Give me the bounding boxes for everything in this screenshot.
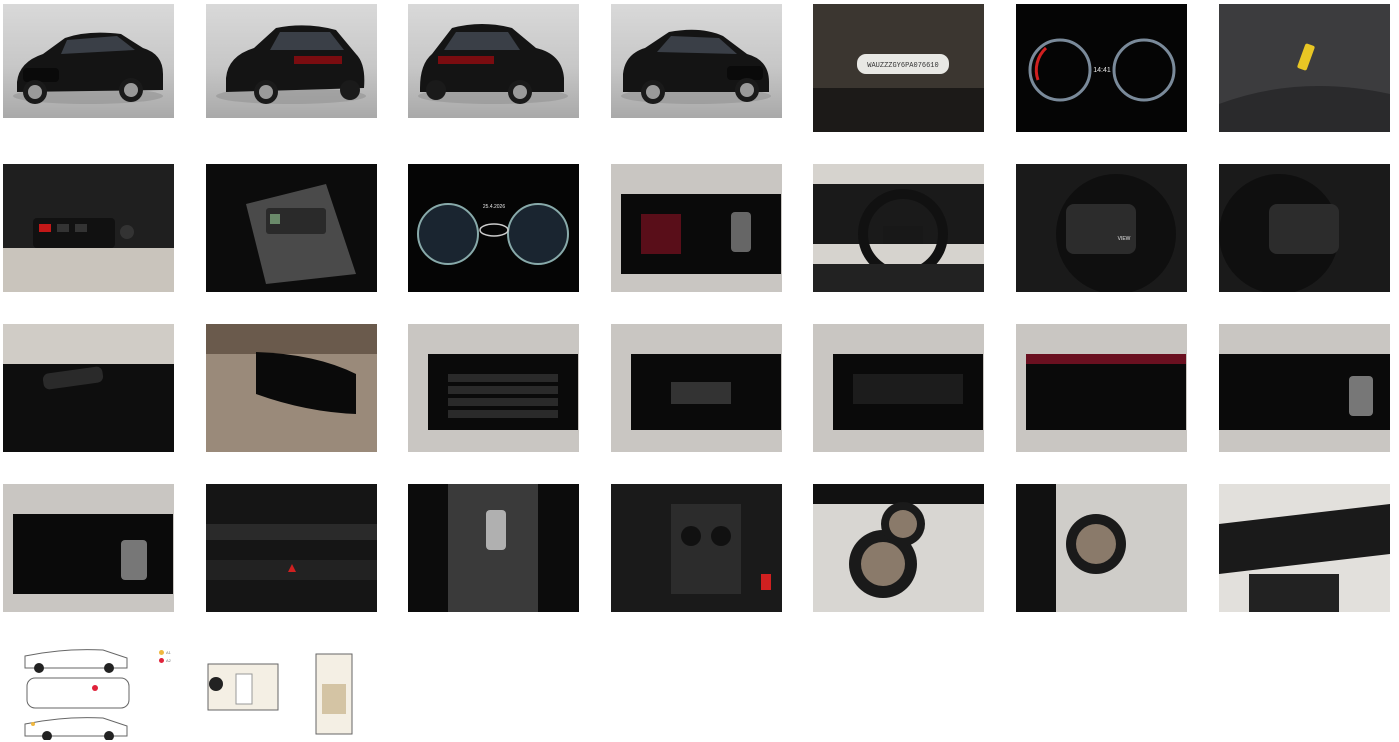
thumb-windshield-vin-plate[interactable]: WAUZZZGY6PA076610	[813, 4, 984, 132]
cluster-time: 14:41	[1093, 67, 1111, 74]
legend-dot-a2	[159, 658, 164, 663]
dashboard-view-image	[1219, 484, 1390, 612]
vin-number: WAUZZZGY6PA076610	[867, 62, 938, 70]
legend-label-a1: A1	[166, 650, 171, 655]
cupholders-image	[611, 484, 782, 612]
car-rear-right-image	[418, 24, 568, 104]
thumb-exterior-rear-right[interactable]	[408, 4, 579, 118]
thumb-infotainment-service-intervals[interactable]	[1016, 324, 1187, 452]
thumb-infotainment-apple-carplay[interactable]	[813, 324, 984, 452]
gear-selector-image	[408, 484, 579, 612]
climate-controls-image	[206, 484, 377, 612]
thumb-key-tag-on-seat[interactable]	[1219, 4, 1390, 132]
legend-label-a2: A2	[166, 658, 171, 663]
thumb-infotainment-parking-sensors[interactable]	[611, 164, 782, 292]
thumb-steering-wheel-cockpit[interactable]	[813, 164, 984, 292]
thumb-damage-diagram-interior[interactable]	[206, 644, 377, 740]
thumb-exterior-front-right[interactable]	[611, 4, 782, 118]
carplay-screen-image	[813, 324, 984, 452]
car-rear-left-image	[216, 25, 366, 104]
car-front-right-image	[621, 29, 771, 104]
driver-assist-image	[1219, 324, 1390, 452]
key-tag-image	[1219, 4, 1390, 132]
thumb-rearview-mirror[interactable]	[206, 324, 377, 452]
thumb-climate-controls[interactable]	[206, 484, 377, 612]
thumb-rear-seat-with-wheels[interactable]	[1016, 484, 1187, 612]
radio-screen-image	[408, 324, 579, 452]
wheel-right-controls-image	[1219, 164, 1390, 292]
thumb-instrument-cluster-digital[interactable]: 14:41	[1016, 4, 1187, 132]
console-buttons-image	[206, 164, 377, 292]
thumb-cupholders-console[interactable]	[611, 484, 782, 612]
thumb-dashboard-interior-view[interactable]	[1219, 484, 1390, 612]
digital-cluster-image: 14:41	[1016, 4, 1187, 132]
photo-gallery: WAUZZZGY6PA076610 14:41 25.4.2026 VIEW A…	[0, 0, 1399, 742]
thumb-infotainment-radio[interactable]	[408, 324, 579, 452]
thumb-exterior-rear-left[interactable]	[206, 4, 377, 118]
thumb-infotainment-phone-connect[interactable]	[611, 324, 782, 452]
service-intervals-image	[1016, 324, 1187, 452]
thumb-exterior-front-left[interactable]	[3, 4, 174, 118]
driver-assist-2-image	[3, 484, 174, 612]
thumb-steering-wheel-right-controls[interactable]	[1219, 164, 1390, 292]
thumb-wiper-stalk[interactable]	[3, 324, 174, 452]
exterior-damage-diagram	[3, 644, 174, 740]
rear-seat-wheels-image	[1016, 484, 1187, 612]
thumb-infotainment-driver-assist[interactable]	[1219, 324, 1390, 452]
view-button-label: VIEW	[1118, 236, 1131, 242]
thumb-damage-diagram-exterior[interactable]: A1 A2	[3, 644, 174, 740]
car-front-left-image	[13, 32, 163, 104]
wiper-stalk-image	[3, 324, 174, 452]
vin-plate-image: WAUZZZGY6PA076610	[813, 4, 984, 132]
wheel-left-controls-image: VIEW	[1016, 164, 1187, 292]
parking-sensors-image	[611, 164, 782, 292]
thumb-trunk-with-wheels[interactable]	[813, 484, 984, 612]
parked-cluster-image: 25.4.2026	[408, 164, 579, 292]
cluster-date: 25.4.2026	[483, 204, 505, 210]
thumb-steering-wheel-left-controls[interactable]: VIEW	[1016, 164, 1187, 292]
thumb-instrument-cluster-parked[interactable]: 25.4.2026	[408, 164, 579, 292]
thumb-infotainment-driver-assist-2[interactable]	[3, 484, 174, 612]
trunk-wheels-image	[813, 484, 984, 612]
thumb-center-console-buttons[interactable]	[206, 164, 377, 292]
thumb-gear-selector[interactable]	[408, 484, 579, 612]
cockpit-image	[813, 164, 984, 292]
window-switches-image	[3, 164, 174, 292]
thumb-door-window-switches[interactable]	[3, 164, 174, 292]
rearview-mirror-image	[206, 324, 377, 452]
phone-connect-image	[611, 324, 782, 452]
legend-dot-a1	[159, 650, 164, 655]
interior-damage-diagram	[206, 644, 377, 740]
